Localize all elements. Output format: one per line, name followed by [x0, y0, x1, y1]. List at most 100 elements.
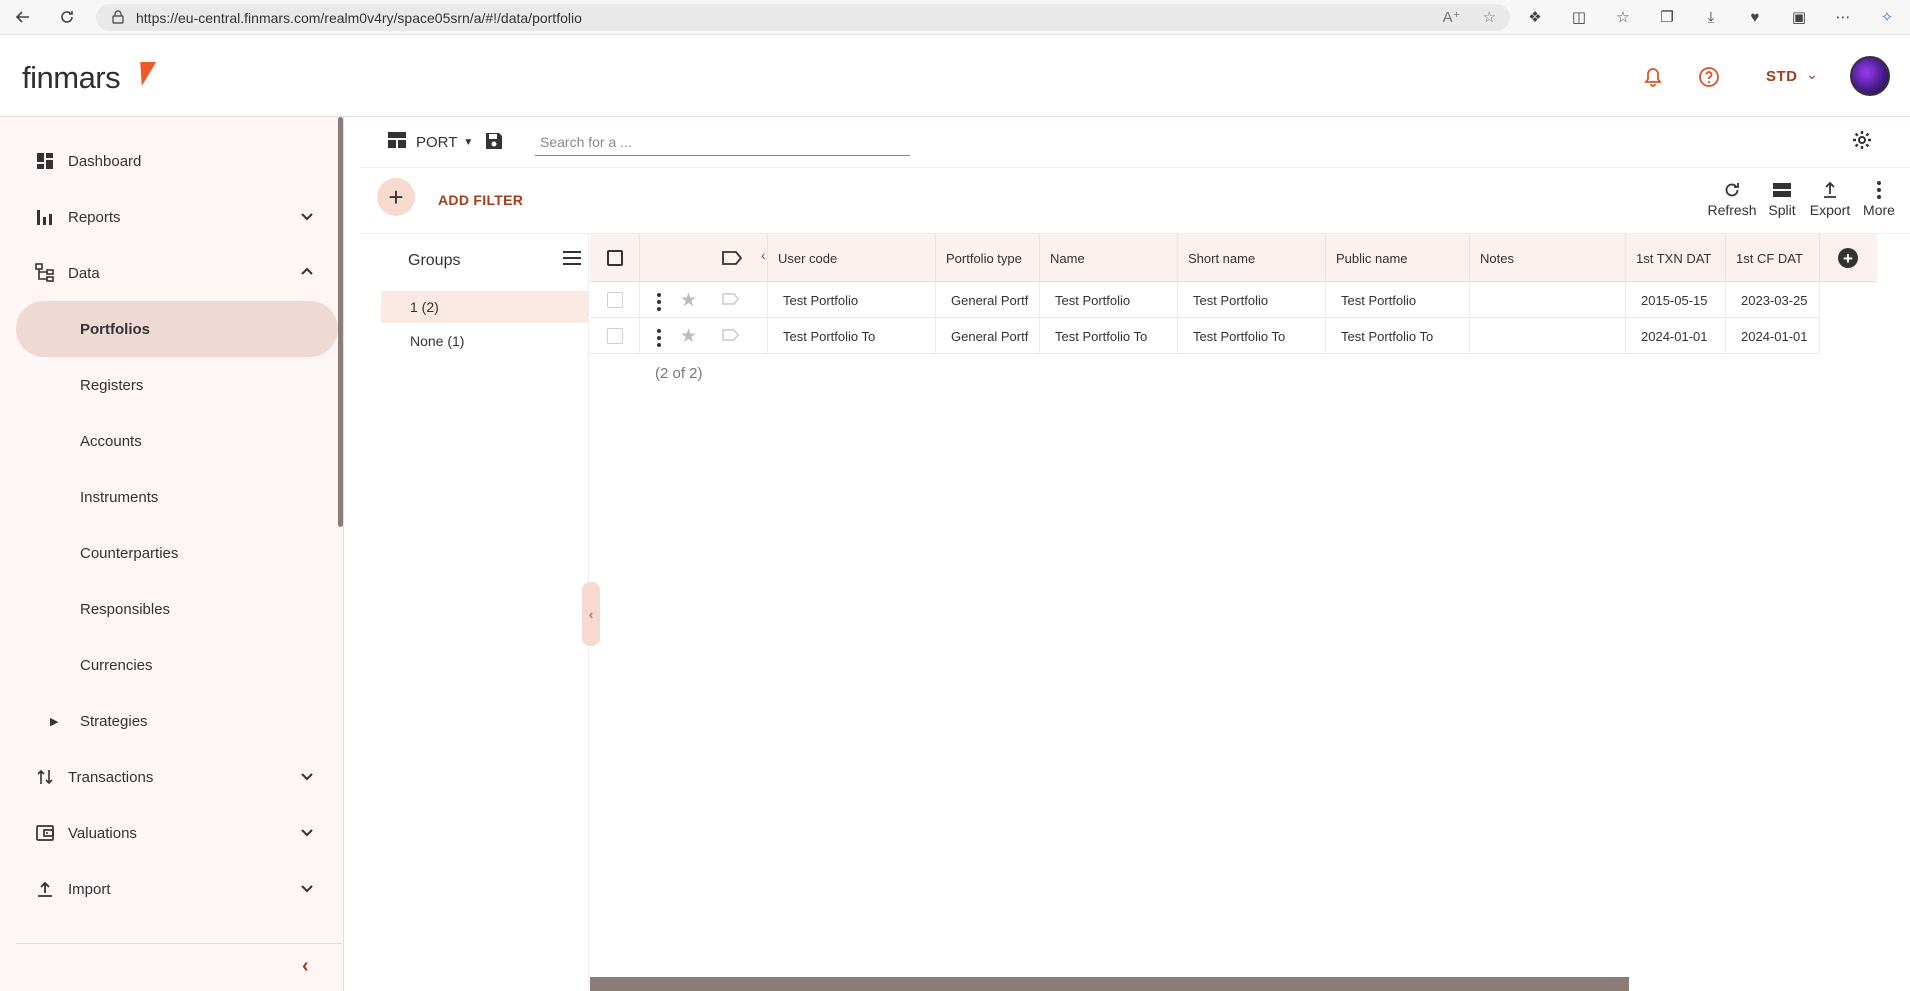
dropdown-arrow-icon: ▼ [463, 136, 474, 148]
column-header-portfolio-type[interactable]: Portfolio type [936, 234, 1040, 282]
sidebar-item-label: Import [68, 880, 111, 898]
menu-icon[interactable] [562, 250, 582, 271]
label-tag-icon[interactable] [722, 250, 743, 269]
column-header-short-name[interactable]: Short name [1178, 234, 1326, 282]
sidebar-item-responsibles[interactable]: Responsibles [0, 581, 330, 637]
column-header-public-name[interactable]: Public name [1326, 234, 1470, 282]
sidebar-item-reports[interactable]: Reports [0, 189, 330, 245]
star-icon[interactable]: ★ [680, 289, 697, 312]
gear-icon[interactable] [1852, 130, 1872, 155]
chevron-down-icon [300, 825, 314, 842]
row-count-label: (2 of 2) [655, 365, 703, 382]
collapse-groups-handle[interactable]: ‹ [582, 582, 600, 646]
screenshot-icon[interactable]: ▣ [1786, 4, 1812, 30]
group-item[interactable]: None (1) [381, 325, 589, 357]
column-header-name[interactable]: Name [1040, 234, 1178, 282]
label-tag-icon[interactable] [722, 292, 740, 309]
more-label: More [1863, 202, 1895, 218]
split-screen-icon[interactable]: ◫ [1566, 4, 1592, 30]
table-row[interactable]: ★ Test Portfolio To General Portf Test P… [590, 318, 1820, 354]
sidebar-item-counterparties[interactable]: Counterparties [0, 525, 330, 581]
tree-icon [34, 262, 56, 284]
caret-right-icon[interactable]: ▶ [50, 715, 58, 728]
table-header-row: ‹ User code Portfolio type Name Short na… [590, 234, 1877, 282]
favorites-icon[interactable]: ☆ [1610, 4, 1636, 30]
column-header-first-cf-date[interactable]: 1st CF DAT [1726, 234, 1820, 282]
sidebar-item-label: Portfolios [80, 320, 150, 338]
sidebar-item-label: Dashboard [68, 152, 142, 170]
sidebar-item-strategies[interactable]: ▶ Strategies [0, 693, 330, 749]
browser-menu-icon[interactable]: ⋯ [1830, 4, 1856, 30]
collapse-sidebar-icon[interactable]: ‹ [302, 955, 309, 978]
add-filter-button[interactable]: + [377, 178, 415, 216]
sidebar-item-transactions[interactable]: Transactions [0, 749, 330, 805]
cell-name: Test Portfolio To [1040, 318, 1178, 354]
row-actions: ★ [640, 282, 768, 318]
sidebar-item-accounts[interactable]: Accounts [0, 413, 330, 469]
logo[interactable]: finmars [22, 60, 121, 96]
layout-selector[interactable]: PORT ▼ [388, 132, 473, 152]
row-checkbox-cell[interactable] [590, 282, 640, 318]
sidebar-item-label: Registers [80, 376, 144, 394]
sidebar-scrollbar[interactable] [338, 117, 343, 527]
select-all-checkbox-cell[interactable] [590, 234, 640, 282]
cell-portfolio-type: General Portf [936, 282, 1040, 318]
reload-icon[interactable] [54, 4, 80, 30]
dashboard-icon [34, 150, 56, 172]
sidebar-item-portfolios[interactable]: Portfolios [16, 301, 338, 357]
group-item[interactable]: 1 (2) [381, 291, 589, 323]
row-checkbox[interactable] [606, 328, 623, 344]
add-filter-label[interactable]: ADD FILTER [438, 192, 523, 208]
horizontal-scrollbar[interactable] [590, 977, 1629, 991]
avatar[interactable] [1850, 56, 1890, 96]
cell-short-name: Test Portfolio To [1178, 318, 1326, 354]
notifications-bell-icon[interactable] [1638, 62, 1668, 92]
sidebar-item-label: Reports [68, 208, 121, 226]
column-header-notes[interactable]: Notes [1470, 234, 1626, 282]
sidebar-item-label: Responsibles [80, 600, 171, 618]
downloads-icon[interactable]: ⤓ [1698, 4, 1724, 30]
sidebar-item-import[interactable]: Import [0, 861, 330, 917]
sidebar-item-valuations[interactable]: Valuations [0, 805, 330, 861]
help-icon[interactable] [1694, 62, 1724, 92]
label-tag-icon[interactable] [722, 328, 740, 345]
back-icon[interactable] [10, 4, 36, 30]
extensions-icon[interactable]: ❖ [1522, 4, 1548, 30]
collapse-left-icon[interactable]: ‹ [761, 247, 766, 263]
save-layout-icon[interactable] [484, 131, 504, 156]
sidebar-item-dashboard[interactable]: Dashboard [0, 133, 330, 189]
performance-icon[interactable]: ♥ [1742, 4, 1768, 30]
row-checkbox[interactable] [606, 292, 623, 308]
sidebar-item-data[interactable]: Data [0, 245, 330, 301]
layout-toolbar: PORT ▼ Search for a ... [360, 118, 1910, 168]
sidebar-item-registers[interactable]: Registers [0, 357, 330, 413]
star-icon[interactable]: ★ [680, 325, 697, 348]
user-role-selector[interactable]: STD [1766, 68, 1798, 85]
address-bar[interactable]: https://eu-central.finmars.com/realm0v4r… [96, 4, 1510, 31]
select-all-checkbox[interactable] [606, 250, 623, 266]
sidebar-item-instruments[interactable]: Instruments [0, 469, 330, 525]
add-column-button[interactable]: + [1838, 248, 1858, 268]
row-menu-icon[interactable] [657, 293, 661, 311]
table-row[interactable]: ★ Test Portfolio General Portf Test Port… [590, 282, 1820, 318]
search-input[interactable]: Search for a ... [535, 130, 910, 156]
split-label: Split [1768, 202, 1796, 218]
collections-icon[interactable]: ❐ [1654, 4, 1680, 30]
chevron-down-icon[interactable]: ⌄ [1806, 66, 1818, 83]
chevron-down-icon [300, 881, 314, 898]
row-menu-icon[interactable] [657, 329, 661, 347]
column-header-user-code[interactable]: User code [768, 234, 936, 282]
groups-title: Groups [408, 252, 461, 269]
column-header-first-txn-date[interactable]: 1st TXN DAT [1626, 234, 1726, 282]
upload-icon [34, 878, 56, 900]
row-checkbox-cell[interactable] [590, 318, 640, 354]
sidebar-item-currencies[interactable]: Currencies [0, 637, 330, 693]
cell-short-name: Test Portfolio [1178, 282, 1326, 318]
cell-public-name: Test Portfolio To [1326, 318, 1470, 354]
read-aloud-icon[interactable]: A⁺ [1443, 8, 1461, 26]
favorite-star-icon[interactable]: ☆ [1483, 8, 1496, 26]
copilot-icon[interactable]: ✧ [1874, 4, 1900, 30]
sidebar-item-label: Transactions [68, 768, 154, 786]
more-button[interactable]: More [1849, 178, 1909, 218]
refresh-icon [1723, 178, 1741, 202]
